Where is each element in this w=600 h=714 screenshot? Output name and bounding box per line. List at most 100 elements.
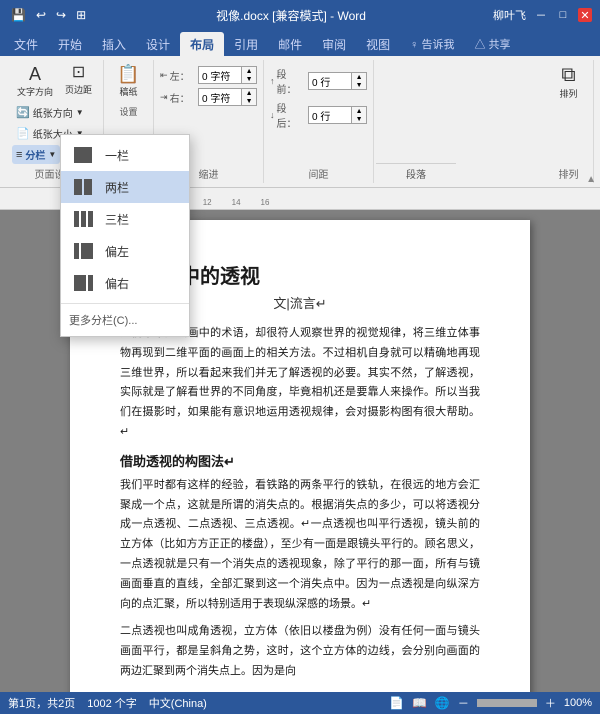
title-bar: 💾 ↩ ↪ ⊞ 视像.docx [兼容模式] - Word 柳叶飞 － □ ✕: [0, 0, 600, 30]
document-paragraph-1: 透视本来是绘画中的术语，却很符人观察世界的视觉规律，将三维立体事物再现到二维平面…: [120, 324, 480, 443]
column-left-item[interactable]: 偏左: [61, 235, 189, 267]
spacing-before-up[interactable]: ▲: [352, 73, 366, 81]
arrange-label: 排列: [559, 164, 579, 181]
dropdown-divider: [61, 303, 189, 304]
tab-review[interactable]: 审阅: [312, 32, 356, 56]
ruler-mark-8: 16: [261, 198, 270, 207]
one-col-visual: [74, 147, 92, 163]
ribbon-tabs: 文件 开始 插入 设计 布局 引用 邮件 审阅 视图 ♀ 告诉我 △ 共享: [0, 30, 600, 56]
indent-right-up[interactable]: ▲: [242, 89, 256, 97]
spacing-content: ↑ 段前： 0 行 ▲ ▼ ↓ 段后：: [270, 62, 367, 130]
column-two-icon: [69, 176, 97, 198]
indent-content: ⇤ 左： 0 字符 ▲ ▼ ⇥ 右：: [160, 62, 257, 106]
view-normal-icon[interactable]: 📄: [389, 696, 404, 710]
window-title: 视像.docx [兼容模式] - Word: [89, 7, 493, 24]
tab-design[interactable]: 设计: [136, 32, 180, 56]
ruler-mark-6: 12: [203, 198, 212, 207]
maximize-button[interactable]: □: [556, 8, 570, 22]
column-one-icon: [69, 144, 97, 166]
title-bar-left: 💾 ↩ ↪ ⊞: [8, 6, 89, 24]
column-two-item[interactable]: 两栏: [61, 171, 189, 203]
title-bar-right: 柳叶飞 － □ ✕: [493, 7, 592, 23]
tab-references[interactable]: 引用: [224, 32, 268, 56]
page-info: 第1页，共2页: [8, 695, 75, 711]
indent-left-input[interactable]: 0 字符: [198, 66, 242, 84]
two-col-visual: [74, 179, 92, 195]
section-title-1: 借助透视的构图法↵: [120, 451, 480, 470]
column-two-label: 两栏: [105, 179, 129, 196]
indent-left-row: ⇤ 左： 0 字符 ▲ ▼: [160, 66, 257, 84]
ruler-mark-7: 14: [232, 198, 241, 207]
column-one-item[interactable]: 一栏: [61, 139, 189, 171]
paragraph-label: 段落: [376, 163, 456, 181]
view-web-icon[interactable]: 🌐: [435, 696, 450, 710]
save-icon[interactable]: 💾: [8, 6, 29, 24]
manuscript-button[interactable]: 📋 稿纸: [111, 62, 147, 101]
document-paragraph-2: 我们平时都有这样的经验，看铁路的两条平行的铁轨，在很远的地方会汇聚成一个点，这就…: [120, 476, 480, 615]
column-right-label: 偏右: [105, 275, 129, 292]
right-col-visual: [74, 275, 93, 291]
left-col-visual: [74, 243, 93, 259]
arrange-content: ⧉ 排列: [551, 62, 587, 164]
zoom-out-button[interactable]: －: [458, 695, 469, 711]
zoom-percent: 100%: [564, 697, 592, 709]
more-columns-item[interactable]: 更多分栏(C)...: [61, 308, 189, 332]
tab-share[interactable]: △ 共享: [464, 32, 520, 56]
quick-access-toolbar: 💾 ↩ ↪ ⊞: [8, 6, 89, 24]
text-direction-button[interactable]: A 文字方向: [12, 62, 58, 101]
spacing-label: 间距: [309, 164, 329, 181]
column-right-item[interactable]: 偏右: [61, 267, 189, 299]
tab-home[interactable]: 开始: [48, 32, 92, 56]
close-button[interactable]: ✕: [578, 8, 592, 22]
ribbon-group-arrange: ⧉ 排列 排列: [544, 60, 594, 183]
customize-icon[interactable]: ⊞: [73, 6, 89, 24]
title-text: 视像.docx [兼容模式] - Word: [216, 9, 366, 23]
indent-right-down[interactable]: ▼: [242, 97, 256, 105]
column-left-icon: [69, 240, 97, 262]
more-columns-label: 更多分栏(C)...: [69, 312, 137, 328]
view-reading-icon[interactable]: 📖: [412, 696, 427, 710]
spacing-after-row: ↓ 段后： 0 行 ▲ ▼: [270, 100, 367, 130]
redo-icon[interactable]: ↪: [53, 6, 69, 24]
margins-button[interactable]: ⊡ 页边距: [60, 62, 97, 101]
columns-button[interactable]: ≡分栏 ▼: [12, 145, 60, 164]
username: 柳叶飞: [493, 7, 526, 23]
zoom-in-button[interactable]: ＋: [545, 695, 556, 711]
spacing-after-down[interactable]: ▼: [352, 115, 366, 123]
tab-insert[interactable]: 插入: [92, 32, 136, 56]
indent-right-label: ⇥ 右：: [160, 90, 196, 105]
indent-right-input[interactable]: 0 字符: [198, 88, 242, 106]
arrange-button[interactable]: ⧉ 排列: [551, 62, 587, 112]
indent-left-up[interactable]: ▲: [242, 67, 256, 75]
column-three-item[interactable]: 三栏: [61, 203, 189, 235]
spacing-before-down[interactable]: ▼: [352, 81, 366, 89]
spacing-after-spinner[interactable]: ▲ ▼: [352, 106, 367, 124]
column-left-label: 偏左: [105, 243, 129, 260]
indent-left-down[interactable]: ▼: [242, 75, 256, 83]
column-one-label: 一栏: [105, 147, 129, 164]
indent-left-label: ⇤ 左：: [160, 68, 196, 83]
ribbon-group-spacing: ↑ 段前： 0 行 ▲ ▼ ↓ 段后：: [264, 60, 374, 183]
paper-orientation-button[interactable]: 🔄纸张方向 ▼: [12, 103, 88, 122]
indent-left-spinner[interactable]: ▲ ▼: [242, 66, 257, 84]
spacing-before-input[interactable]: 0 行: [308, 72, 352, 90]
spacing-after-input[interactable]: 0 行: [308, 106, 352, 124]
tab-view[interactable]: 视图: [356, 32, 400, 56]
minimize-button[interactable]: －: [534, 8, 548, 22]
column-three-label: 三栏: [105, 211, 129, 228]
spacing-before-spinner[interactable]: ▲ ▼: [352, 72, 367, 90]
zoom-slider[interactable]: [477, 699, 537, 707]
tab-layout[interactable]: 布局: [180, 32, 224, 56]
tab-file[interactable]: 文件: [4, 32, 48, 56]
indent-right-row: ⇥ 右： 0 字符 ▲ ▼: [160, 88, 257, 106]
spacing-after-up[interactable]: ▲: [352, 107, 366, 115]
columns-dropdown: 一栏 两栏: [60, 134, 190, 337]
spacing-before-row: ↑ 段前： 0 行 ▲ ▼: [270, 66, 367, 96]
three-col-visual: [74, 211, 93, 227]
column-right-icon: [69, 272, 97, 294]
tab-mail[interactable]: 邮件: [268, 32, 312, 56]
ribbon-collapse-button[interactable]: ▲: [586, 174, 596, 185]
indent-right-spinner[interactable]: ▲ ▼: [242, 88, 257, 106]
undo-icon[interactable]: ↩: [33, 6, 49, 24]
tab-tell-me[interactable]: ♀ 告诉我: [400, 32, 464, 56]
